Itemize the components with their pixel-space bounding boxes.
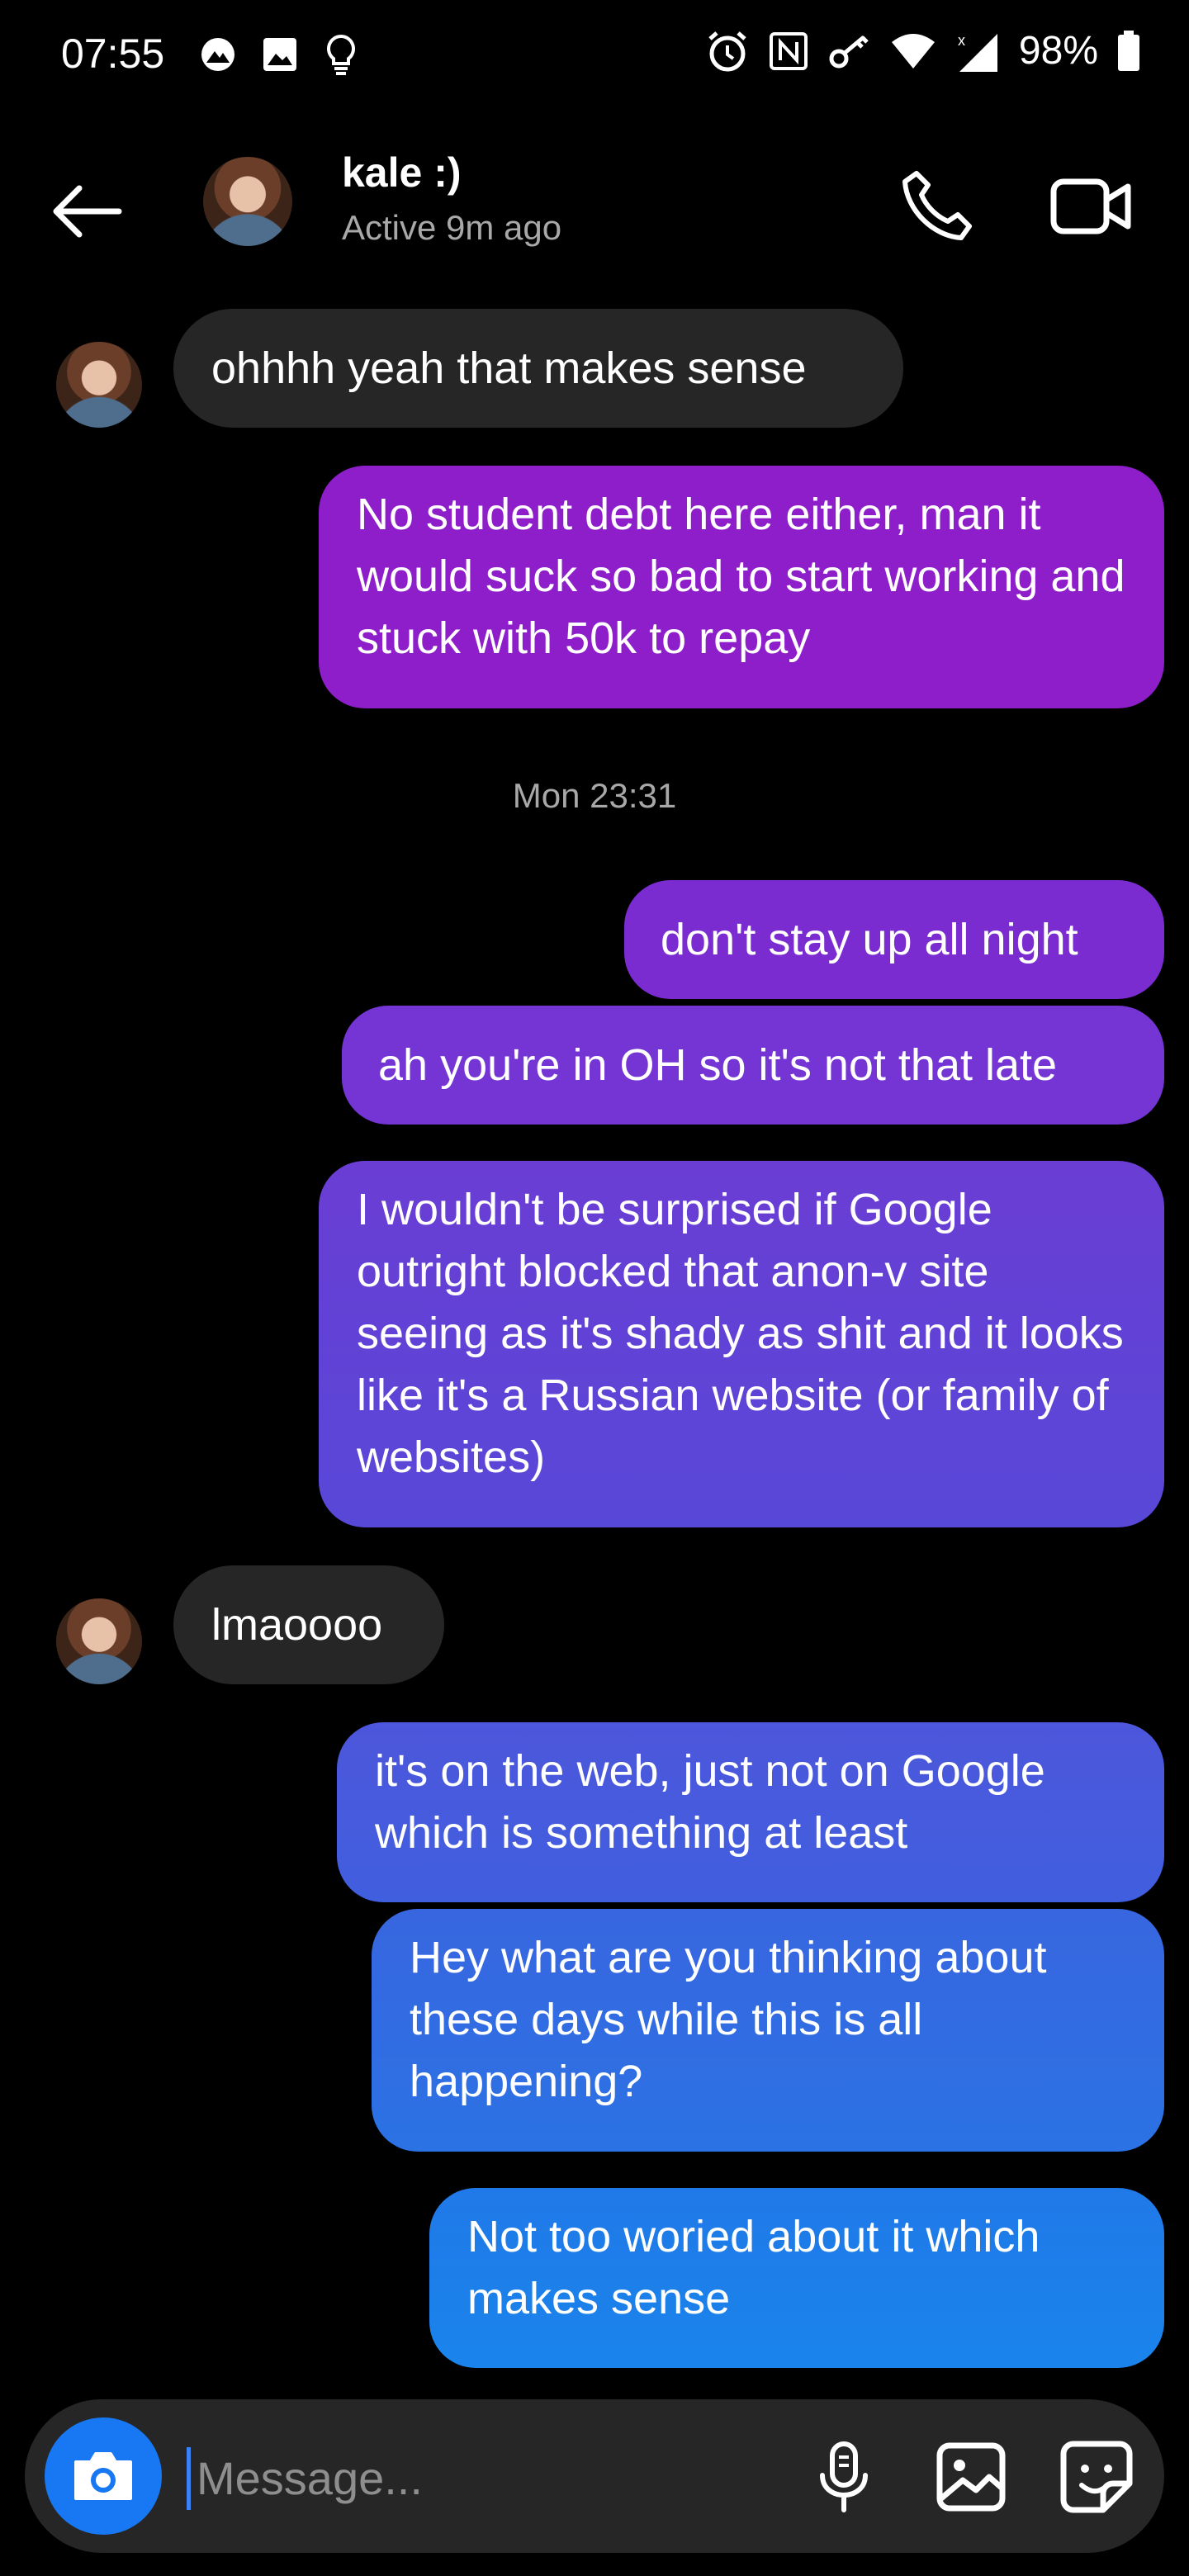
image-icon [936,2442,1006,2512]
contact-name[interactable]: kale :) [342,149,462,197]
video-call-button[interactable] [1049,167,1135,246]
contact-active-status: Active 9m ago [342,208,562,247]
arrow-left-icon [53,185,122,238]
gallery-button[interactable] [931,2437,1011,2517]
nfc-icon [768,31,809,72]
signal-icon: x [955,29,1001,73]
key-icon [827,31,872,72]
message-sent[interactable]: I wouldn't be surprised if Google outrig… [319,1161,1164,1527]
sticker-button[interactable] [1057,2437,1136,2517]
message-input[interactable] [195,2436,793,2520]
status-left-icons [198,33,360,76]
message-sent[interactable]: Not too woried about it which makes sens… [429,2188,1164,2368]
camera-icon [74,2452,132,2500]
voice-message-button[interactable] [804,2437,883,2517]
voice-call-button[interactable] [897,167,976,246]
sender-avatar[interactable] [56,1598,142,1684]
camera-button[interactable] [45,2417,162,2535]
message-sent[interactable]: No student debt here either, man it woul… [319,466,1164,708]
phone-icon [902,171,972,240]
status-right-icons: x 98% [705,28,1141,73]
svg-text:x: x [958,32,965,49]
text-cursor [187,2447,191,2510]
message-sent[interactable]: Hey what are you thinking about these da… [372,1909,1164,2152]
message-composer [25,2399,1164,2553]
contact-avatar[interactable] [203,157,292,246]
status-time: 07:55 [61,31,165,77]
video-camera-icon [1050,178,1131,234]
battery-percent: 98% [1018,29,1098,73]
sender-avatar[interactable] [56,342,142,428]
wifi-icon [890,32,936,70]
sticker-icon [1060,2441,1133,2513]
message-sent[interactable]: ah you're in OH so it's not that late [342,1006,1164,1125]
microphone-icon [820,2441,868,2512]
message-received[interactable]: ohhhh yeah that makes sense [173,309,903,428]
alarm-icon [705,29,750,73]
status-bar: 07:55 x 98% [0,0,1189,116]
chat-header: kale :) Active 9m ago [0,132,1189,281]
message-received[interactable]: lmaoooo [173,1565,444,1684]
back-button[interactable] [48,172,127,251]
battery-icon [1116,30,1141,72]
image-icon [261,36,299,73]
vpn-icon [198,35,238,74]
lightbulb-icon [322,33,360,76]
message-sent[interactable]: don't stay up all night [624,880,1164,999]
message-sent[interactable]: it's on the web, just not on Google whic… [337,1722,1164,1902]
message-timestamp: Mon 23:31 [512,776,677,815]
